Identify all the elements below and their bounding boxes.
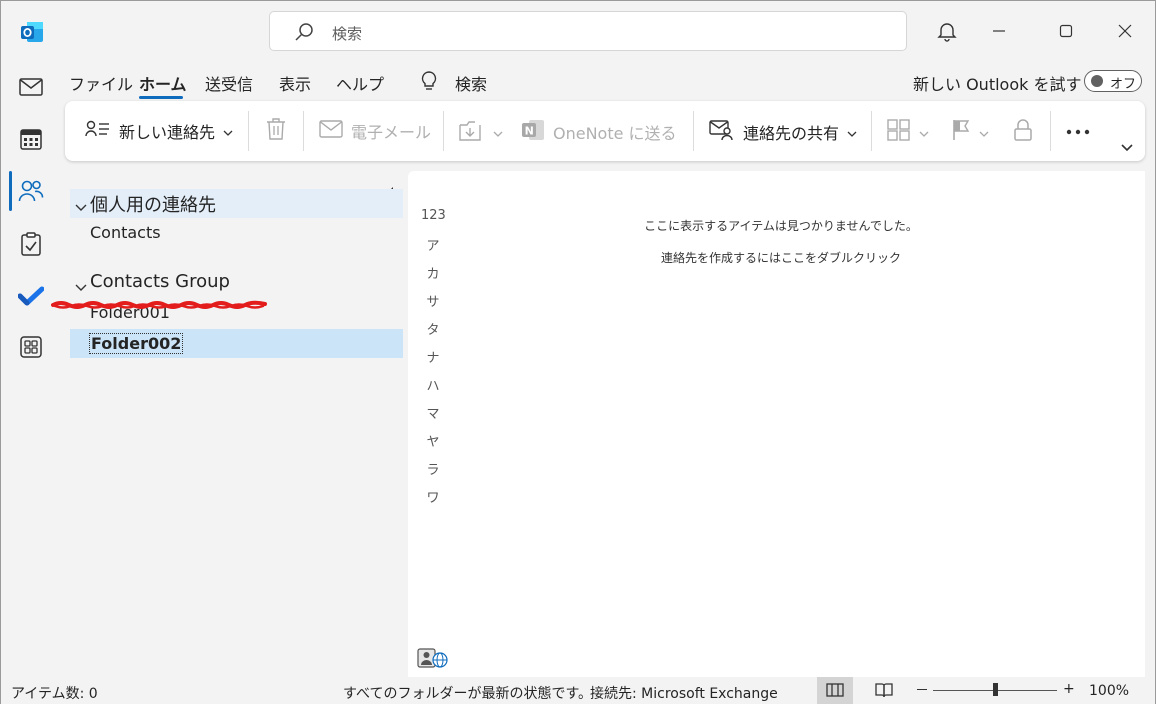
tab-file[interactable]: ファイル: [69, 71, 133, 95]
normal-view-button[interactable]: [817, 677, 853, 704]
categorize-icon: [887, 119, 911, 145]
search-box[interactable]: 検索: [269, 11, 907, 51]
zoom-in-button[interactable]: +: [1063, 681, 1075, 697]
trash-icon: [265, 117, 287, 145]
apps-icon[interactable]: [17, 333, 45, 361]
chevron-down-icon[interactable]: [75, 198, 87, 217]
ribbon-divider: [303, 111, 304, 151]
more-icon: [1065, 121, 1091, 140]
share-contacts-button[interactable]: 連絡先の共有: [709, 119, 857, 145]
mail-icon: [319, 120, 343, 142]
ribbon-divider: [871, 111, 872, 151]
index-button-wa[interactable]: ワ: [421, 487, 445, 506]
email-button[interactable]: 電子メール: [319, 119, 431, 143]
tab-home[interactable]: ホーム: [139, 71, 187, 95]
svg-text:N: N: [525, 125, 534, 138]
bell-icon[interactable]: [933, 17, 961, 45]
tab-help[interactable]: ヘルプ: [336, 71, 384, 95]
chevron-down-icon: [919, 123, 929, 142]
people-icon[interactable]: [17, 177, 45, 205]
rail-selection-indicator: [9, 171, 12, 211]
tab-tell-me[interactable]: 検索: [455, 71, 487, 95]
new-contact-label: 新しい連絡先: [119, 123, 216, 142]
tasks-icon[interactable]: [17, 230, 45, 258]
chevron-down-icon: [223, 122, 233, 141]
folder-pane: [65, 169, 407, 677]
index-button-a[interactable]: ア: [421, 235, 445, 254]
status-bar: アイテム数: 0 すべてのフォルダーが最新の状態です。 接続先: Microso…: [1, 677, 1155, 704]
outlook-logo-icon: [19, 19, 45, 45]
search-placeholder: 検索: [332, 25, 363, 43]
search-icon: [294, 22, 314, 46]
folder-item-contacts[interactable]: Contacts: [90, 223, 161, 242]
flag-icon: [951, 119, 971, 145]
share-contacts-label: 連絡先の共有: [743, 124, 840, 143]
email-label: 電子メール: [351, 123, 432, 142]
share-contacts-icon: [709, 119, 735, 145]
onenote-icon: N: [521, 119, 545, 145]
ribbon-divider: [443, 111, 444, 151]
zoom-level[interactable]: 100%: [1089, 683, 1129, 699]
toggle-label: オフ: [1110, 77, 1137, 92]
status-sync: すべてのフォルダーが最新の状態です。: [343, 686, 593, 702]
zoom-out-button[interactable]: [917, 689, 927, 690]
more-options-button[interactable]: [1065, 121, 1091, 140]
chevron-down-icon: [1121, 137, 1133, 156]
red-annotation-scribble: [51, 295, 269, 309]
delete-button[interactable]: [265, 117, 287, 145]
onenote-button[interactable]: N OneNote に送る: [521, 119, 677, 145]
onenote-label: OneNote に送る: [553, 124, 677, 143]
new-contact-button[interactable]: 新しい連絡先: [85, 119, 233, 143]
ribbon-divider: [693, 111, 694, 151]
create-hint-message: 連絡先を作成するにはここをダブルクリック: [660, 251, 901, 265]
try-new-outlook-label: 新しい Outlook を試す: [913, 75, 1082, 94]
tab-active-indicator: [139, 96, 183, 99]
private-button[interactable]: [1013, 119, 1033, 145]
index-button-ra[interactable]: ラ: [421, 459, 445, 478]
close-button[interactable]: [1111, 17, 1139, 45]
contact-globe-icon[interactable]: [417, 647, 449, 673]
index-button-123[interactable]: 123: [421, 208, 446, 223]
categorize-button[interactable]: [887, 119, 929, 145]
calendar-icon[interactable]: [17, 125, 45, 153]
index-button-na[interactable]: ナ: [421, 347, 445, 366]
move-to-folder-icon: [459, 119, 485, 145]
index-button-sa[interactable]: サ: [421, 291, 445, 310]
maximize-button[interactable]: [1052, 17, 1080, 45]
folder-group-personal-contacts[interactable]: 個人用の連絡先: [90, 191, 216, 217]
ribbon-divider: [248, 111, 249, 151]
ribbon-divider: [1050, 111, 1051, 151]
lightbulb-icon: [419, 70, 439, 96]
contacts-view[interactable]: [408, 171, 1145, 677]
index-button-ya[interactable]: ヤ: [421, 431, 445, 450]
status-connection: 接続先: Microsoft Exchange: [590, 686, 778, 702]
folder-group-contacts-group[interactable]: Contacts Group: [90, 271, 230, 292]
toggle-knob: [1091, 75, 1103, 87]
empty-message: ここに表示するアイテムは見つかりませんでした。: [644, 219, 918, 233]
new-outlook-toggle[interactable]: オフ: [1084, 70, 1142, 92]
index-button-ha[interactable]: ハ: [421, 375, 445, 394]
mail-icon[interactable]: [17, 73, 45, 101]
index-button-ma[interactable]: マ: [421, 403, 445, 422]
index-button-ta[interactable]: タ: [421, 319, 445, 338]
chevron-down-icon: [847, 123, 857, 142]
status-item-count: アイテム数: 0: [11, 686, 98, 702]
index-button-ka[interactable]: カ: [421, 263, 445, 282]
lock-icon: [1013, 119, 1033, 145]
ribbon: 新しい連絡先 電子メール N OneNote に送る 連絡先の共有: [65, 101, 1145, 161]
todo-icon[interactable]: [17, 282, 45, 310]
chevron-down-icon: [493, 123, 503, 142]
reading-view-icon[interactable]: [875, 682, 893, 702]
chevron-down-icon: [979, 123, 989, 142]
follow-up-button[interactable]: [951, 119, 989, 145]
tab-send-receive[interactable]: 送受信: [205, 71, 253, 95]
minimize-button[interactable]: [985, 17, 1013, 45]
move-button[interactable]: [459, 119, 503, 145]
folder-item-folder002[interactable]: Folder002: [89, 333, 184, 354]
tab-view[interactable]: 表示: [279, 71, 311, 95]
zoom-slider-thumb[interactable]: [993, 683, 998, 696]
ribbon-expand-button[interactable]: [1121, 137, 1133, 156]
new-contact-icon: [85, 120, 111, 142]
